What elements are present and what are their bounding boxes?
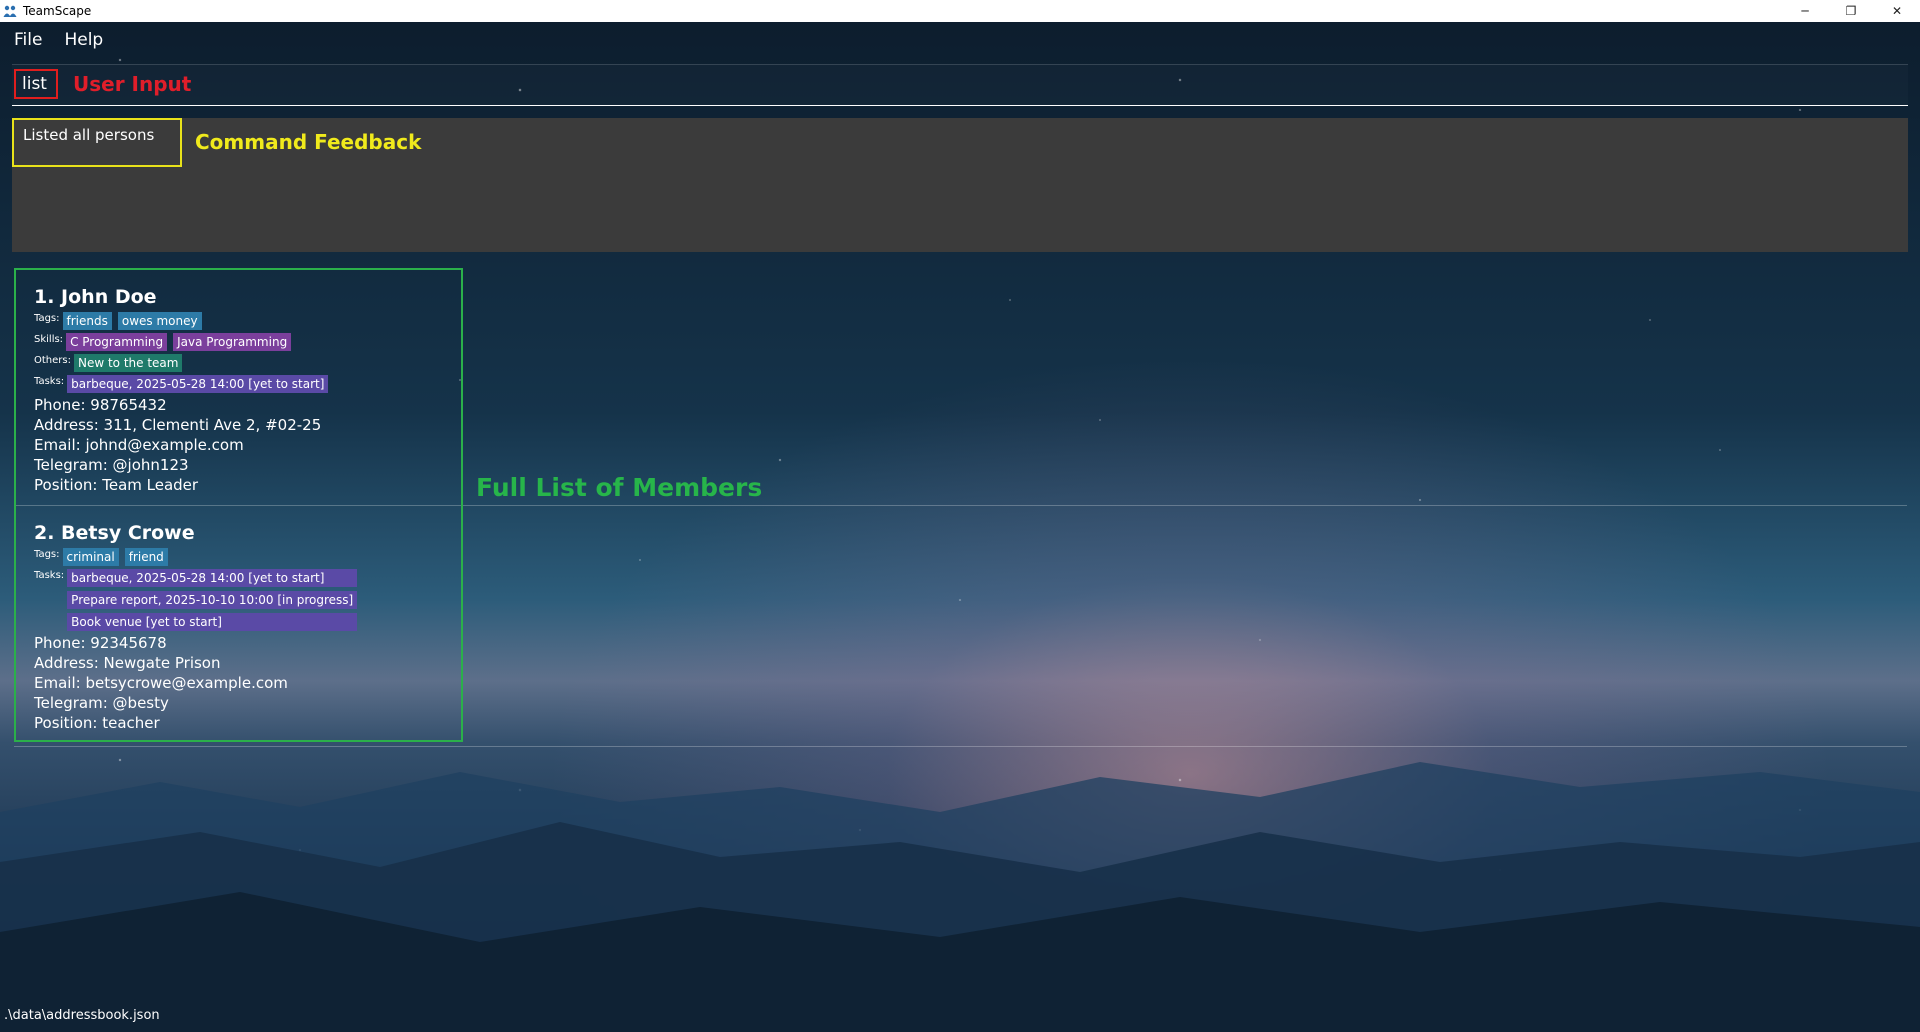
window-title: TeamScape [23, 4, 92, 18]
list-row-divider [14, 746, 1907, 747]
other-chip: New to the team [73, 354, 183, 372]
skills-row: Skills: C Programming Java Programming [34, 333, 454, 351]
team-icon [3, 4, 17, 18]
tags-row: Tags: criminal friend [34, 548, 454, 566]
tasks-row: Tasks: barbeque, 2025-05-28 14:00 [yet t… [34, 375, 454, 393]
others-label: Others: [34, 355, 71, 366]
person-telegram: Telegram: @besty [34, 694, 169, 712]
person-list[interactable]: 1. John Doe Tags: friends owes money Ski… [0, 262, 1920, 752]
person-address: Address: 311, Clementi Ave 2, #02-25 [34, 416, 322, 434]
person-name: 1. John Doe [34, 286, 157, 308]
tags-label: Tags: [34, 313, 60, 324]
tag-chip: criminal [62, 548, 119, 566]
tasks-row: Tasks: barbeque, 2025-05-28 14:00 [yet t… [34, 569, 454, 631]
list-row-divider [14, 505, 1907, 506]
person-telegram: Telegram: @john123 [34, 456, 189, 474]
person-address: Address: Newgate Prison [34, 654, 221, 672]
tags-label: Tags: [34, 549, 60, 560]
window-controls: ─ ❐ ✕ [1782, 0, 1920, 22]
person-phone: Phone: 92345678 [34, 634, 167, 652]
others-row: Others: New to the team [34, 354, 454, 372]
title-bar: TeamScape ─ ❐ ✕ [0, 0, 1920, 22]
person-name: 2. Betsy Crowe [34, 522, 195, 544]
task-chip: Prepare report, 2025-10-10 10:00 [in pro… [67, 591, 358, 609]
command-box[interactable]: list [12, 64, 1908, 106]
result-text: Listed all persons [12, 118, 182, 167]
task-chip: barbeque, 2025-05-28 14:00 [yet to start… [67, 569, 358, 587]
person-position: Position: Team Leader [34, 476, 199, 494]
tag-chip: owes money [117, 312, 202, 330]
minimize-button[interactable]: ─ [1782, 0, 1828, 22]
skill-chip: C Programming [66, 333, 168, 351]
tasks-label: Tasks: [34, 570, 65, 581]
command-input[interactable]: list [14, 69, 58, 99]
menu-file[interactable]: File [6, 30, 50, 50]
menu-bar: File Help [0, 22, 1920, 58]
restore-button[interactable]: ❐ [1828, 0, 1874, 22]
person-card[interactable]: 2. Betsy Crowe Tags: criminal friend Tas… [34, 522, 454, 734]
skills-label: Skills: [34, 334, 64, 345]
tag-chip: friends [62, 312, 112, 330]
user-input-annotation: User Input [73, 72, 192, 96]
person-email: Email: johnd@example.com [34, 436, 244, 454]
menu-help[interactable]: Help [56, 30, 111, 50]
skill-chip: Java Programming [173, 333, 292, 351]
tasks-label: Tasks: [34, 376, 65, 387]
person-email: Email: betsycrowe@example.com [34, 674, 288, 692]
status-bar-path: .\data\addressbook.json [4, 1008, 160, 1023]
tag-chip: friend [124, 548, 168, 566]
person-phone: Phone: 98765432 [34, 396, 167, 414]
close-button[interactable]: ✕ [1874, 0, 1920, 22]
command-feedback-annotation: Command Feedback [195, 130, 422, 154]
person-position: Position: teacher [34, 714, 160, 732]
tags-row: Tags: friends owes money [34, 312, 454, 330]
member-list-annotation: Full List of Members [476, 473, 763, 502]
task-chip: barbeque, 2025-05-28 14:00 [yet to start… [67, 375, 329, 393]
person-card[interactable]: 1. John Doe Tags: friends owes money Ski… [34, 286, 454, 496]
task-chip: Book venue [yet to start] [67, 613, 358, 631]
